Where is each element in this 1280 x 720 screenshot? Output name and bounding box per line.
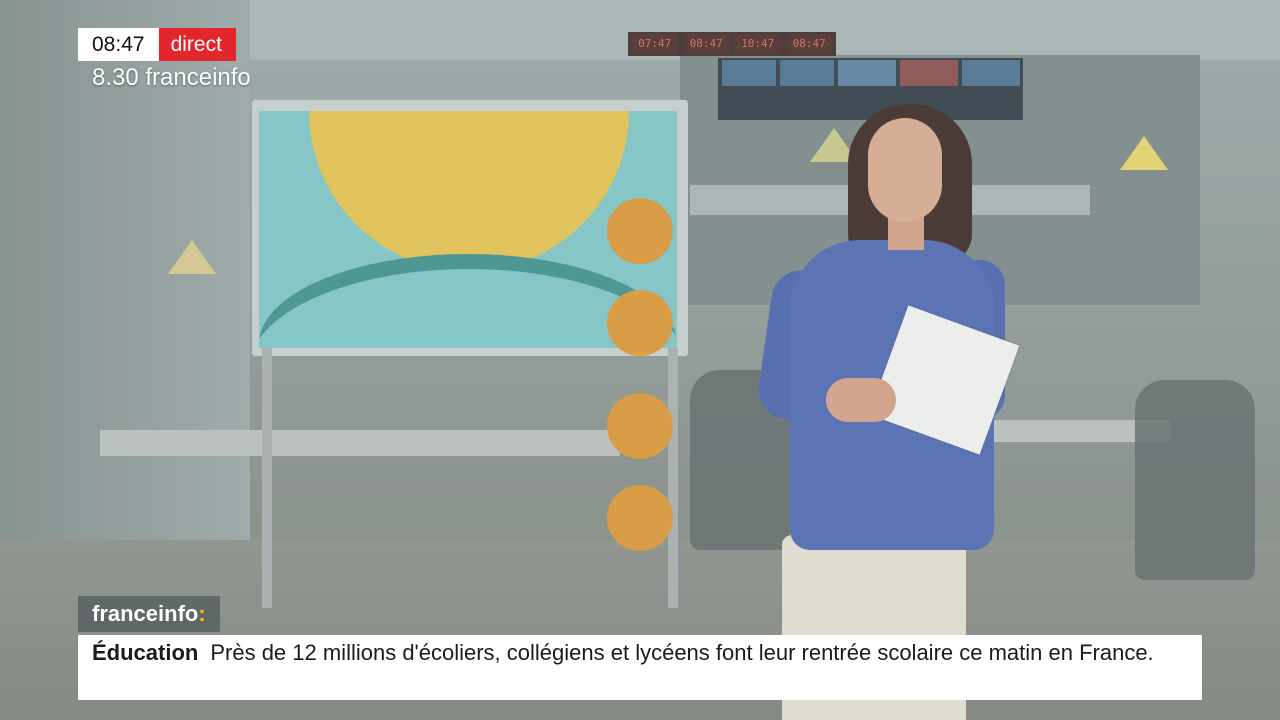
desk-lamp — [168, 240, 216, 274]
orange-circle — [607, 198, 673, 264]
clock-time: 08:47 — [78, 28, 159, 61]
world-clock: 07:47 — [632, 34, 678, 54]
background-monitor — [962, 60, 1020, 86]
office-chair — [1135, 380, 1255, 580]
world-clocks: 07:47 08:47 10:47 08:47 — [628, 32, 836, 56]
live-badge: direct — [158, 28, 236, 61]
background-monitor — [722, 60, 776, 86]
orange-circle — [607, 290, 673, 356]
orange-circle — [607, 485, 673, 551]
ticker-headline: Près de 12 millions d'écoliers, collégie… — [210, 640, 1154, 665]
channel-logo-name: franceinfo — [92, 601, 199, 626]
channel-logo: franceinfo: — [78, 596, 220, 632]
world-clock: 08:47 — [683, 34, 729, 54]
presenter-face — [868, 118, 942, 222]
screen-stand-left — [262, 348, 272, 608]
background-monitor — [900, 60, 958, 86]
live-clock-box: 08:47 direct — [78, 28, 236, 61]
screen-stand-right — [668, 348, 678, 608]
channel-logo-colon: : — [198, 601, 206, 626]
news-ticker: Éducation Près de 12 millions d'écoliers… — [78, 635, 1202, 700]
presenter-hand — [826, 378, 896, 422]
ticker-category: Éducation — [92, 640, 199, 665]
background-monitor — [838, 60, 896, 86]
desk-lamp — [1120, 136, 1168, 170]
show-title: 8.30 franceinfo — [92, 64, 251, 91]
newsroom-desk — [100, 430, 620, 456]
background-monitor — [780, 60, 834, 86]
world-clock: 08:47 — [786, 34, 832, 54]
orange-circle — [607, 393, 673, 459]
screen-sun-shape — [309, 111, 629, 271]
world-clock: 10:47 — [735, 34, 781, 54]
